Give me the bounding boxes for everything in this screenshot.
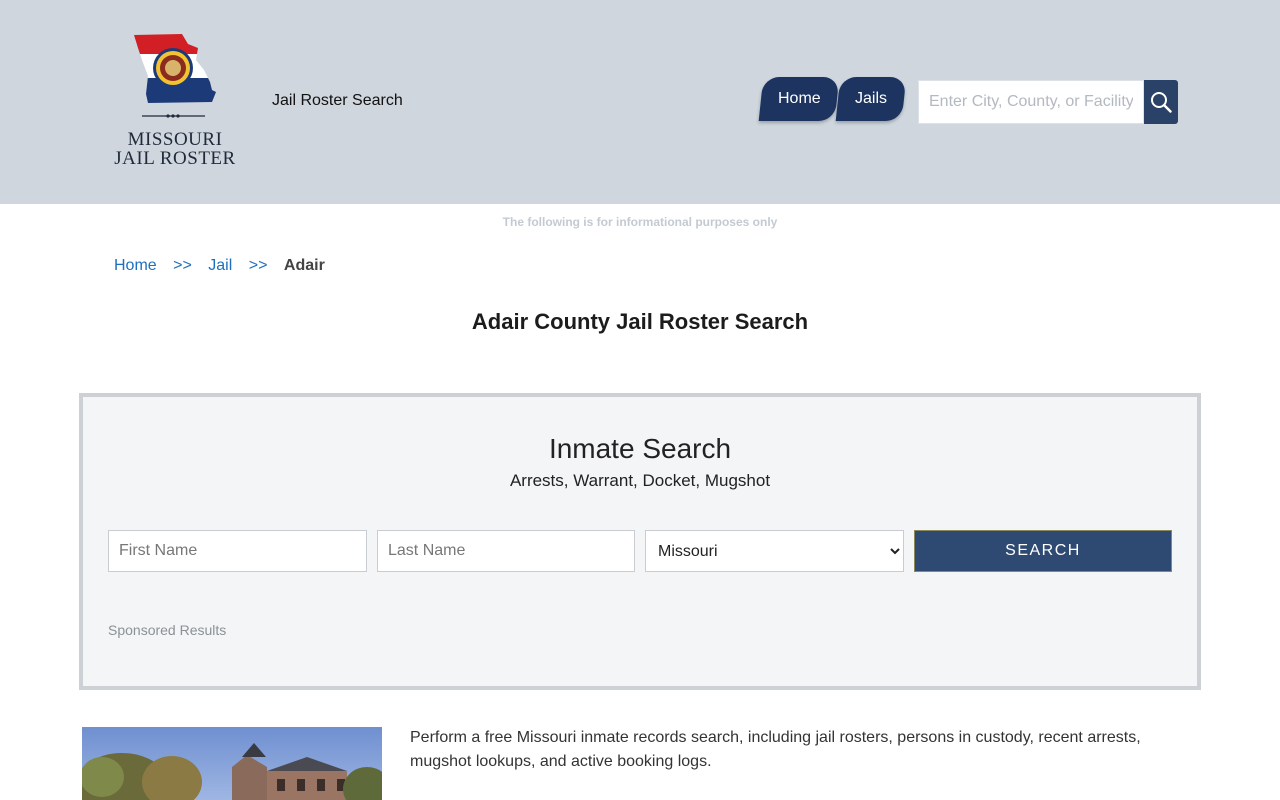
state-select[interactable]: Missouri xyxy=(645,530,904,572)
sponsored-results-label: Sponsored Results xyxy=(108,622,227,638)
site-tagline: Jail Roster Search xyxy=(272,92,403,109)
logo-text: MISSOURI JAIL ROSTER xyxy=(112,130,238,168)
missouri-flag-map-icon xyxy=(134,34,216,118)
header-search-button[interactable] xyxy=(1144,80,1178,124)
logo-line-1: MISSOURI xyxy=(127,129,223,150)
inmate-search-button[interactable]: SEARCH xyxy=(914,530,1172,572)
inmate-search-panel: Inmate Search Arrests, Warrant, Docket, … xyxy=(79,393,1201,690)
breadcrumb-separator: >> xyxy=(248,257,268,274)
intro-paragraph: Perform a free Missouri inmate records s… xyxy=(410,729,1141,770)
page-title: Adair County Jail Roster Search xyxy=(471,309,809,334)
search-icon xyxy=(1151,92,1172,113)
breadcrumb-current: Adair xyxy=(283,257,325,274)
inmate-search-heading: Inmate Search xyxy=(548,433,732,464)
nav-home-label: Home xyxy=(777,90,821,107)
last-name-input[interactable] xyxy=(377,530,635,572)
logo-line-2: JAIL ROSTER xyxy=(114,148,236,169)
breadcrumb-separator: >> xyxy=(173,257,192,274)
breadcrumb-home-link[interactable]: Home xyxy=(114,257,157,274)
disclaimer-text: The following is for informational purpo… xyxy=(502,215,778,229)
breadcrumb-jail-link[interactable]: Jail xyxy=(208,257,232,274)
site-logo[interactable]: MISSOURI JAIL ROSTER xyxy=(112,30,238,175)
site-header: MISSOURI JAIL ROSTER Jail Roster Search … xyxy=(0,0,1280,204)
header-search-input[interactable] xyxy=(918,80,1144,124)
nav-home-button[interactable]: Home xyxy=(758,77,840,121)
nav-jails-button[interactable]: Jails xyxy=(835,77,907,121)
courthouse-photo xyxy=(82,727,382,800)
nav-jails-label: Jails xyxy=(854,90,887,107)
first-name-input[interactable] xyxy=(108,530,367,572)
breadcrumb: Home >> Jail >> Adair xyxy=(114,257,325,275)
inmate-search-subheading: Arrests, Warrant, Docket, Mugshot xyxy=(509,471,771,490)
